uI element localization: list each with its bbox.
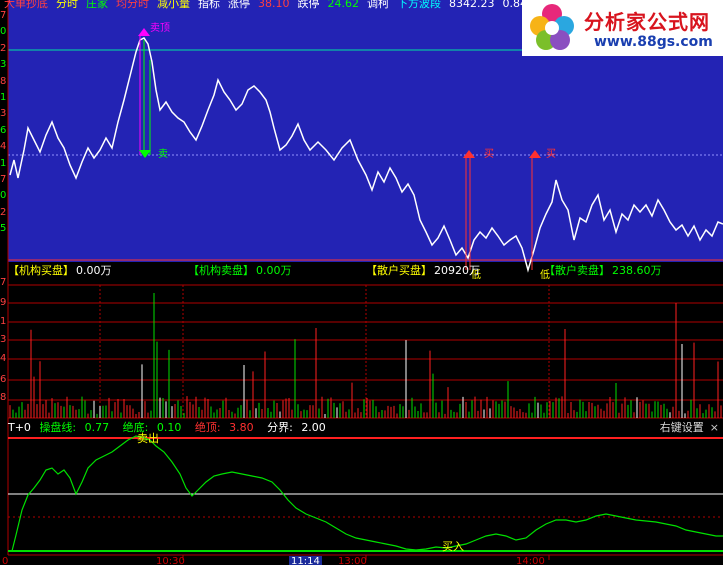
volume-axis-label: 3 — [0, 334, 7, 345]
retail-sell-value: 238.60万 — [612, 264, 662, 277]
right-click-settings[interactable]: 右键设置 × — [660, 421, 719, 435]
x-label-1300: 13:00 — [338, 556, 367, 565]
price-axis-label: 5 — [0, 223, 7, 235]
chart-canvas[interactable] — [0, 0, 723, 565]
trading-chart-window: 大单抄底 分时 庄家 均分时 减小量 指标 涨停 38.10 跌停 24.62 调柯 下方波段 8342… — [0, 0, 723, 565]
header-item-0: 大单抄底 — [4, 0, 48, 10]
header-item-11: 下方波段 — [397, 0, 441, 10]
sell-annotation: 卖 — [158, 149, 168, 160]
indicator-header: T+0 操盘线: 0.77 绝底: 0.10 绝顶: 3.80 分界: 2.00 — [8, 421, 336, 435]
header-strip: 大单抄底 分时 庄家 均分时 减小量 指标 涨停 38.10 跌停 24.62 调柯 下方波段 8342… — [4, 0, 535, 11]
price-axis-label: 1 — [0, 92, 7, 103]
price-axis-label: 2 — [0, 206, 7, 218]
site-logo: 分析家公式网 www.88gs.com — [522, 0, 723, 56]
retail-buy-label: 【散户买盘】 — [366, 264, 432, 277]
header-item-2: 庄家 — [86, 0, 108, 10]
price-axis-label: 7 — [0, 10, 7, 21]
header-item-12: 8342.23 — [449, 0, 495, 10]
inst-buy-summary: 【机构买盘】 0.00万 — [8, 264, 112, 278]
buy-annotation-1: 买 — [484, 149, 494, 160]
price-axis-label: 3 — [0, 59, 7, 71]
header-item-10: 调柯 — [367, 0, 389, 10]
retail-buy-summary: 【散户买盘】 20920万 — [366, 264, 480, 278]
logo-title: 分析家公式网 — [584, 10, 710, 34]
param-ops-line: 操盘线: 0.77 — [39, 421, 110, 434]
retail-sell-summary: 【散户卖盘】 238.60万 — [544, 264, 662, 278]
close-icon[interactable]: × — [710, 421, 719, 434]
volume-axis-label: 1 — [0, 316, 7, 327]
price-axis-label: 3 — [0, 108, 7, 120]
param-absolute-top: 绝顶: 3.80 — [194, 421, 254, 434]
price-axis-label: 7 — [0, 174, 7, 185]
price-axis-label: 6 — [0, 124, 7, 136]
inst-sell-summary: 【机构卖盘】 0.00万 — [188, 264, 292, 278]
volume-axis-label: 7 — [0, 277, 7, 288]
volume-axis-label: 9 — [0, 297, 7, 308]
retail-buy-value: 20920万 — [434, 264, 480, 277]
header-item-4: 减小量 — [157, 0, 190, 10]
volume-axis-label: 4 — [0, 353, 7, 364]
logo-url: www.88gs.com — [594, 34, 713, 50]
param-divider: 分界: 2.00 — [267, 421, 326, 434]
volume-axis-label: 8 — [0, 392, 7, 403]
price-axis-label: 1 — [0, 157, 7, 169]
inst-sell-value: 0.00万 — [256, 264, 292, 277]
settings-label[interactable]: 右键设置 — [660, 421, 704, 434]
inst-buy-label: 【机构买盘】 — [8, 264, 74, 277]
header-item-5: 指标 — [198, 0, 220, 10]
header-item-3: 均分时 — [116, 0, 149, 10]
buy-annotation-2: 买 — [546, 149, 556, 160]
price-axis-label: 0 — [0, 190, 7, 202]
flower-logo-icon — [530, 4, 574, 50]
sell-top-annotation: 卖顶 — [150, 23, 170, 34]
header-item-6: 涨停 — [228, 0, 250, 10]
indicator-name: T+0 — [8, 421, 31, 434]
cursor-time-badge: 11:14 — [289, 556, 322, 565]
x-label-1400: 14:00 — [516, 556, 545, 565]
header-item-1: 分时 — [56, 0, 78, 10]
indicator-buy-label: 买入 — [442, 540, 464, 553]
indicator-sell-label: 卖出 — [137, 432, 159, 445]
price-axis-label: 0 — [0, 26, 7, 38]
retail-sell-label: 【散户卖盘】 — [544, 264, 610, 277]
header-item-8: 跌停 — [297, 0, 320, 10]
price-axis-label: 2 — [0, 42, 7, 54]
inst-sell-label: 【机构卖盘】 — [188, 264, 254, 277]
header-item-9: 24.62 — [327, 0, 360, 10]
x-label-1030: 10:30 — [156, 556, 185, 565]
header-item-7: 38.10 — [258, 0, 290, 10]
price-axis-label: 4 — [0, 141, 7, 153]
price-axis-label: 8 — [0, 75, 7, 87]
volume-axis-label: 6 — [0, 374, 7, 385]
inst-buy-value: 0.00万 — [76, 264, 112, 277]
x-label-start: 0 — [2, 556, 9, 565]
